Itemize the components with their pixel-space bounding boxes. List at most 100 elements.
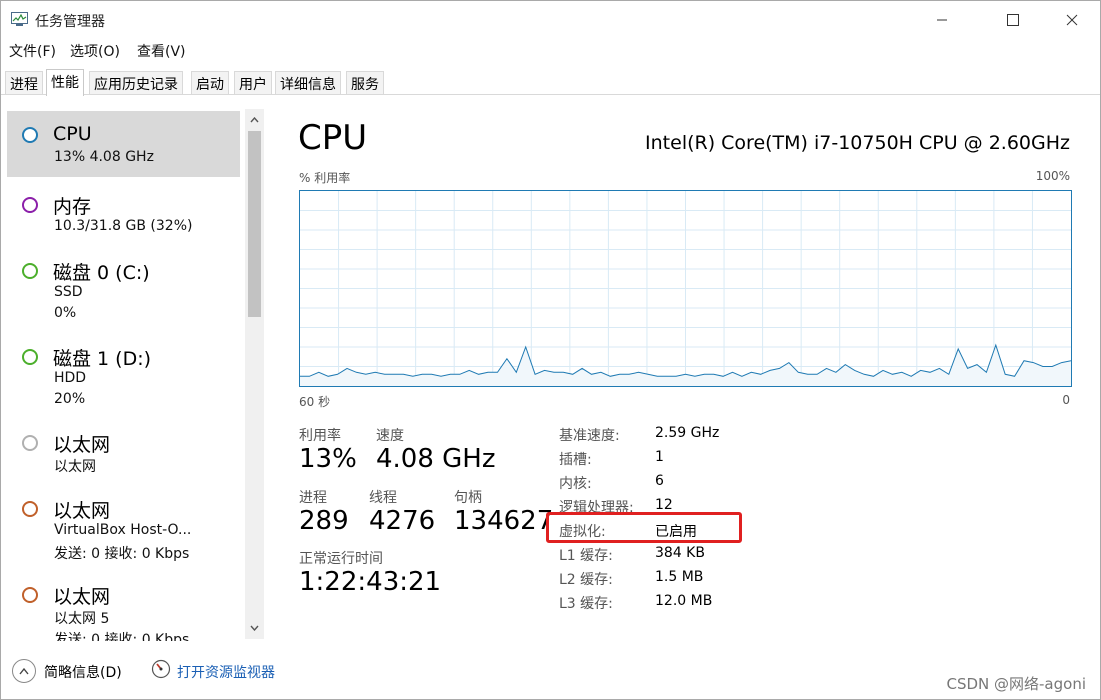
resource-name: 磁盘 1 (D:) [53,348,152,370]
fewer-details-button[interactable] [12,659,36,683]
uptime-value: 1:22:43:21 [299,567,442,597]
handles-value: 134627 [454,506,554,536]
page-title: CPU [298,118,368,158]
virtualization-highlight-box [546,512,742,543]
resource-detail: VirtualBox Host-O... [54,522,192,538]
task-manager-icon [11,12,28,26]
resource-item-disk-1[interactable]: 磁盘 1 (D:) HDD 20% [7,335,240,417]
resource-detail: 以太网 5 [54,611,110,627]
resource-detail-2: 发送: 0 接收: 0 Kbps [54,546,190,562]
utilization-value: 13% [299,444,357,474]
chevron-up-icon [19,667,29,674]
handles-label: 句柄 [454,490,482,506]
resource-detail-2: 0% [54,305,77,321]
resource-name: CPU [53,123,92,145]
resource-item-ethernet-virtualbox[interactable]: 以太网 VirtualBox Host-O... 发送: 0 接收: 0 Kbp… [7,487,240,569]
task-manager-window: 任务管理器 文件(F) 选项(O) 查看(V) 进程 性能 应用历史记录 启动 … [0,0,1101,700]
chevron-down-icon [250,625,259,631]
spec-label-base-speed: 基准速度: [559,428,620,444]
tab-services[interactable]: 服务 [346,71,384,95]
window-title: 任务管理器 [35,14,105,30]
spec-value-cores: 6 [655,473,664,489]
threads-value: 4276 [369,506,436,536]
tab-performance[interactable]: 性能 [46,69,84,96]
cpu-utilization-graph [299,190,1072,387]
spec-value-l2-cache: 1.5 MB [655,569,704,585]
utilization-label: 利用率 [299,428,341,444]
utilization-chart [300,191,1072,386]
speed-label: 速度 [376,428,404,444]
threads-label: 线程 [369,490,397,506]
tab-users[interactable]: 用户 [234,71,272,95]
processes-label: 进程 [299,490,327,506]
resource-detail-2: 发送: 0 接收: 0 Kbps [54,632,190,641]
chevron-up-icon [250,117,259,123]
close-button[interactable] [1049,1,1095,39]
resource-monitor-icon [151,659,171,679]
spec-label-l2-cache: L2 缓存: [559,572,613,588]
status-dot-icon [22,587,38,603]
menu-file[interactable]: 文件(F) [9,41,56,61]
status-dot-icon [22,197,38,213]
minimize-icon [937,19,947,21]
resource-detail: HDD [54,370,87,386]
resource-name: 以太网 [53,500,111,522]
open-resource-monitor-link[interactable]: 打开资源监视器 [177,662,275,682]
processes-value: 289 [299,506,349,536]
resource-item-disk-0[interactable]: 磁盘 0 (C:) SSD 0% [7,249,240,331]
status-dot-icon [22,435,38,451]
graph-x-left: 60 秒 [299,395,331,409]
resource-detail-2: 20% [54,391,86,407]
status-dot-icon [22,501,38,517]
resource-list: CPU 13% 4.08 GHz 内存 10.3/31.8 GB (32%) 磁… [1,107,243,641]
uptime-label: 正常运行时间 [299,551,383,567]
resource-name: 以太网 [53,586,111,608]
spec-value-base-speed: 2.59 GHz [655,425,720,441]
tab-processes[interactable]: 进程 [5,71,43,95]
resource-name: 磁盘 0 (C:) [53,262,150,284]
graph-y-max: 100% [1035,169,1070,183]
resource-detail: SSD [54,284,83,300]
spec-label-sockets: 插槽: [559,452,592,468]
speed-value: 4.08 GHz [376,444,496,474]
spec-label-l3-cache: L3 缓存: [559,596,613,612]
menu-options[interactable]: 选项(O) [70,41,120,61]
menu-view[interactable]: 查看(V) [137,41,186,61]
scroll-thumb[interactable] [248,131,261,317]
minimize-button[interactable] [919,1,965,39]
tab-startup[interactable]: 启动 [191,71,229,95]
scroll-down-button[interactable] [245,619,264,637]
spec-label-l1-cache: L1 缓存: [559,548,613,564]
status-dot-icon [22,127,38,143]
tab-app-history[interactable]: 应用历史记录 [89,71,183,95]
status-dot-icon [22,263,38,279]
spec-value-sockets: 1 [655,449,664,465]
spec-value-l3-cache: 12.0 MB [655,593,713,609]
maximize-icon [1007,14,1019,26]
resource-item-ethernet-5[interactable]: 以太网 以太网 5 发送: 0 接收: 0 Kbps [7,573,240,641]
spec-label-cores: 内核: [559,476,592,492]
graph-x-right: 0 [1062,393,1070,407]
resource-detail: 10.3/31.8 GB (32%) [54,218,193,234]
resource-item-cpu[interactable]: CPU 13% 4.08 GHz [7,111,240,177]
title-bar: 任务管理器 [1,1,1100,39]
graph-y-label: % 利用率 [299,171,351,185]
tab-details[interactable]: 详细信息 [275,71,341,95]
resource-name: 内存 [53,196,92,218]
resource-item-ethernet[interactable]: 以太网 以太网 [7,421,240,483]
fewer-details-link[interactable]: 简略信息(D) [44,662,122,682]
resource-detail: 以太网 [54,459,96,475]
spec-value-l1-cache: 384 KB [655,545,705,561]
resource-detail: 13% 4.08 GHz [54,149,154,165]
resource-name: 以太网 [53,434,111,456]
scroll-up-button[interactable] [245,111,264,129]
spec-value-logical-processors: 12 [655,497,673,513]
cpu-model-name: Intel(R) Core(TM) i7-10750H CPU @ 2.60GH… [645,132,1070,154]
maximize-button[interactable] [990,1,1036,39]
status-dot-icon [22,349,38,365]
resource-list-scrollbar[interactable] [245,109,264,639]
resource-item-memory[interactable]: 内存 10.3/31.8 GB (32%) [7,183,240,245]
watermark: CSDN @网络-agoni [946,675,1086,693]
tab-divider [1,94,1100,95]
close-icon [1066,14,1078,26]
